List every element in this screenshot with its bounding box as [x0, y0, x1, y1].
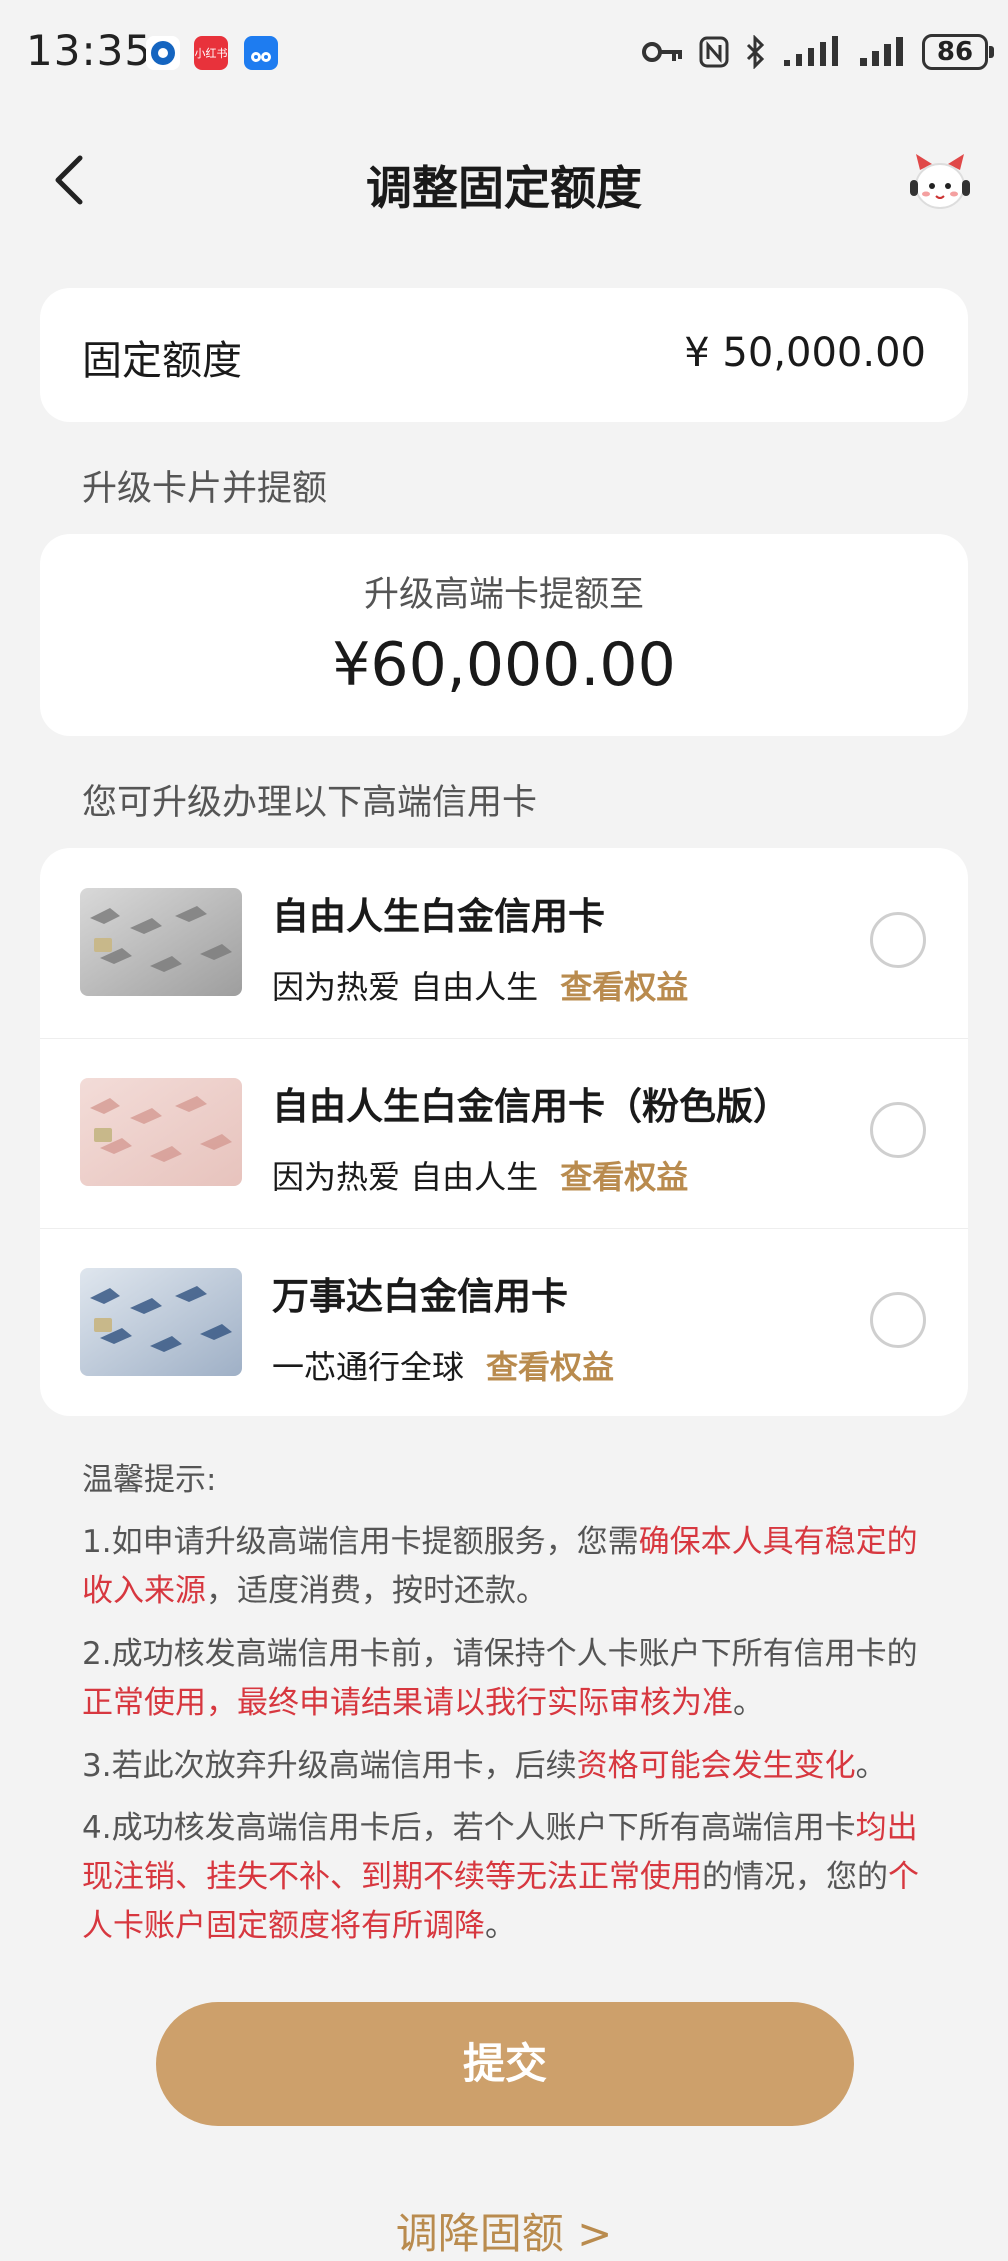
tip-highlight: 正常使用，最终申请结果请以我行实际审核为准 [82, 1685, 733, 1721]
card-radio[interactable] [870, 1292, 926, 1348]
fixed-limit-value: ¥ 50,000.00 [684, 330, 926, 376]
page-title: 调整固定额度 [366, 161, 642, 215]
tip-text: 的情况，您的 [702, 1859, 888, 1895]
card-desc-text: 一芯通行全球 [272, 1348, 465, 1386]
assistant-mascot-icon[interactable] [906, 148, 974, 216]
card-name: 万事达白金信用卡 [272, 1275, 568, 1318]
card-image-mastercard-platinum [80, 1268, 242, 1376]
upgrade-amount: ¥60,000.00 [332, 630, 676, 700]
card-desc: 因为热爱 自由人生 查看权益 [272, 962, 688, 1008]
card-image-platinum-pink [80, 1078, 242, 1186]
tip-text: 4.成功核发高端信用卡后，若个人账户下所有高端信用卡 [82, 1810, 856, 1846]
tip-text: 1.如申请升级高端信用卡提额服务，您需 [82, 1524, 639, 1560]
tip-text: 3.若此次放弃升级高端信用卡，后续 [82, 1748, 577, 1784]
tip-text: 。 [733, 1685, 764, 1721]
card-option-row[interactable]: 自由人生白金信用卡 因为热爱 自由人生 查看权益 [40, 848, 968, 1038]
view-benefits-link[interactable]: 查看权益 [560, 968, 688, 1006]
key-icon [642, 42, 682, 62]
fixed-limit-card: 固定额度 ¥ 50,000.00 [40, 288, 968, 422]
bank-app-icon [146, 36, 180, 70]
card-name: 自由人生白金信用卡（粉色版） [272, 1085, 790, 1128]
signal-icon-2 [860, 37, 903, 66]
reduce-limit-link[interactable]: 调降固额 > [0, 2200, 1008, 2261]
view-benefits-link[interactable]: 查看权益 [486, 1348, 614, 1386]
card-name: 自由人生白金信用卡 [272, 895, 605, 938]
tip-4: 4.成功核发高端信用卡后，若个人账户下所有高端信用卡均出现注销、挂失不补、到期不… [82, 1804, 930, 1951]
card-option-row[interactable]: 万事达白金信用卡 一芯通行全球 查看权益 [40, 1228, 968, 1418]
tip-text: ，适度消费，按时还款。 [206, 1573, 547, 1609]
system-indicators: 86 [642, 30, 994, 74]
upgrade-section-label: 升级卡片并提额 [82, 469, 328, 509]
status-time: 13:35 [26, 26, 153, 75]
tip-highlight: 资格可能会发生变化 [576, 1748, 856, 1784]
card-radio[interactable] [870, 912, 926, 968]
tip-3: 3.若此次放弃升级高端信用卡，后续资格可能会发生变化。 [82, 1742, 930, 1791]
card-desc: 一芯通行全球 查看权益 [272, 1342, 614, 1388]
card-option-row[interactable]: 自由人生白金信用卡（粉色版） 因为热爱 自由人生 查看权益 [40, 1038, 968, 1228]
tips-heading: 温馨提示: [82, 1462, 217, 1498]
view-benefits-link[interactable]: 查看权益 [560, 1158, 688, 1196]
tip-2: 2.成功核发高端信用卡前，请保持个人卡账户下所有信用卡的正常使用，最终申请结果请… [82, 1630, 930, 1728]
cards-section-label: 您可升级办理以下高端信用卡 [82, 783, 538, 823]
tip-text: 2.成功核发高端信用卡前，请保持个人卡账户下所有信用卡的 [82, 1636, 918, 1672]
battery-indicator: 86 [922, 34, 994, 70]
tip-1: 1.如申请升级高端信用卡提额服务，您需确保本人具有稳定的收入来源，适度消费，按时… [82, 1518, 930, 1616]
bluetooth-icon [746, 35, 765, 69]
tip-text: 。 [485, 1908, 516, 1944]
xiaohongshu-icon: 小红书 [194, 36, 228, 70]
card-radio[interactable] [870, 1102, 926, 1158]
upgrade-subtitle: 升级高端卡提额至 [363, 575, 644, 615]
autohome-icon [244, 36, 278, 70]
fixed-limit-label: 固定额度 [82, 338, 242, 384]
status-bar: 13:35 小红书 86 [0, 0, 1008, 110]
card-desc: 因为热爱 自由人生 查看权益 [272, 1152, 688, 1198]
nfc-icon [699, 36, 729, 68]
upgrade-limit-card: 升级高端卡提额至 ¥60,000.00 [40, 534, 968, 736]
signal-icon [784, 36, 838, 66]
submit-button[interactable]: 提交 [156, 2002, 854, 2126]
tip-text: 。 [855, 1748, 887, 1784]
card-image-platinum-silver [80, 888, 242, 996]
page-header: 调整固定额度 [0, 120, 1008, 240]
card-options-list: 自由人生白金信用卡 因为热爱 自由人生 查看权益 自由人生白金信用卡（粉色版） 因… [40, 848, 968, 1416]
card-desc-text: 因为热爱 自由人生 [272, 1158, 539, 1196]
card-desc-text: 因为热爱 自由人生 [272, 968, 539, 1006]
